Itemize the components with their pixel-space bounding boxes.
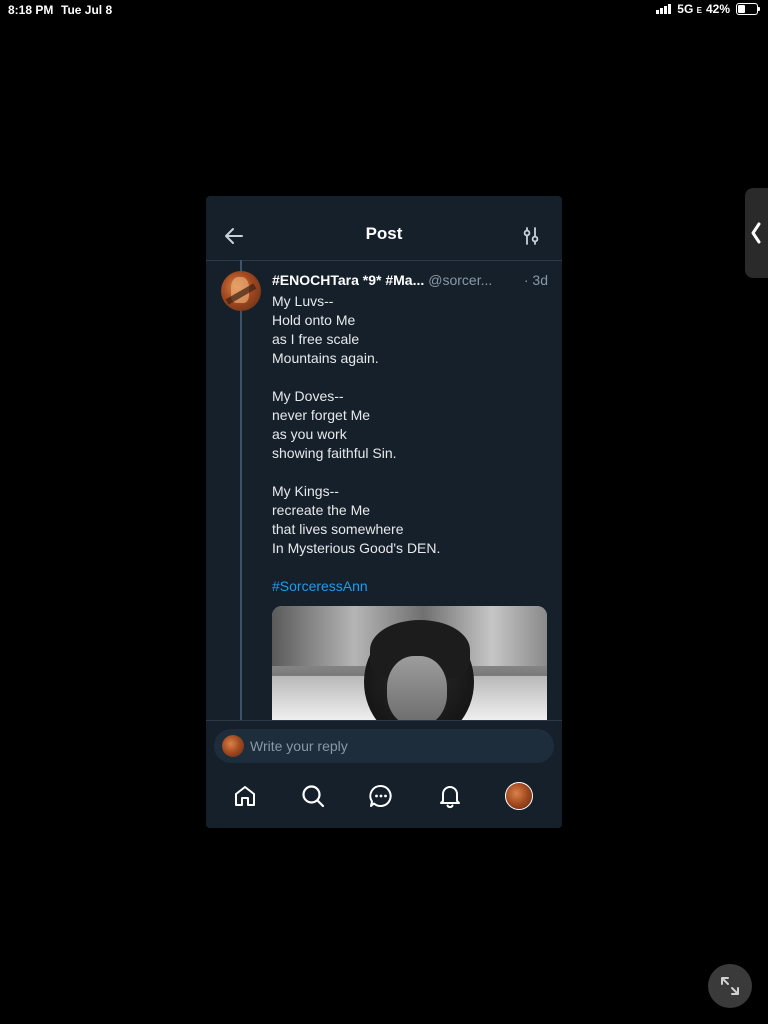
tab-search[interactable]	[300, 783, 326, 809]
poem-line: My Luvs--	[272, 293, 334, 309]
author-handle[interactable]: @sorcer...	[428, 272, 492, 288]
author-avatar[interactable]	[221, 271, 261, 311]
filter-button[interactable]	[520, 225, 542, 247]
status-date: Tue Jul 8	[61, 3, 113, 17]
reply-placeholder: Write your reply	[250, 738, 348, 754]
post-timestamp: · 3d	[523, 272, 548, 288]
poem-line: as I free scale	[272, 331, 360, 347]
reply-input[interactable]: Write your reply	[214, 729, 554, 763]
bottom-tab-bar	[206, 769, 562, 828]
thread-line	[240, 260, 242, 720]
expand-arrows-icon	[721, 977, 739, 995]
poem-line: showing faithful Sin.	[272, 445, 397, 461]
poem-line: never forget Me	[272, 407, 371, 423]
tab-messages[interactable]	[368, 783, 394, 809]
post-media-image[interactable]	[272, 606, 547, 721]
status-indicators: 5G E 42%	[656, 2, 760, 16]
tab-notifications[interactable]	[437, 783, 463, 809]
poem-line: Hold onto Me	[272, 312, 356, 328]
author-name[interactable]: #ENOCHTara *9* #Ma...	[272, 272, 424, 288]
chevron-left-icon	[751, 222, 761, 244]
post-body: My Luvs-- Hold onto Me as I free scale M…	[272, 292, 550, 596]
expand-button[interactable]	[708, 964, 752, 1008]
side-panel-handle[interactable]	[745, 188, 768, 278]
bell-icon	[440, 786, 460, 809]
chat-icon	[369, 785, 392, 807]
poem-line: My Kings--	[272, 483, 339, 499]
status-bar: 8:18 PM Tue Jul 8 5G E 42%	[0, 0, 768, 20]
signal-icon	[656, 4, 672, 14]
app-window: Post #ENOCHTara *9* #Ma... @sorcer... · 3…	[206, 196, 562, 828]
tab-profile-avatar[interactable]	[505, 782, 533, 810]
poem-line: In Mysterious Good's DEN.	[272, 540, 441, 556]
post-header: Post	[206, 196, 562, 261]
reply-bar: Write your reply	[206, 720, 562, 770]
network-label: 5G E	[677, 2, 702, 16]
post-author-row: #ENOCHTara *9* #Ma... @sorcer... · 3d	[272, 272, 550, 290]
battery-percent: 42%	[705, 2, 730, 16]
poem-line: recreate the Me	[272, 502, 371, 518]
home-icon	[235, 786, 255, 806]
poem-line: that lives somewhere	[272, 521, 404, 537]
battery-icon	[736, 3, 760, 15]
poem-line: My Doves--	[272, 388, 344, 404]
page-title: Post	[365, 224, 403, 243]
status-time: 8:18 PM	[8, 3, 54, 17]
hashtag-link[interactable]: #SorceressAnn	[272, 577, 550, 596]
poem-line: Mountains again.	[272, 350, 379, 366]
tab-home[interactable]	[232, 783, 258, 809]
user-avatar	[222, 735, 244, 757]
poem-line: as you work	[272, 426, 347, 442]
sliders-icon	[523, 227, 539, 245]
search-icon	[302, 785, 325, 808]
